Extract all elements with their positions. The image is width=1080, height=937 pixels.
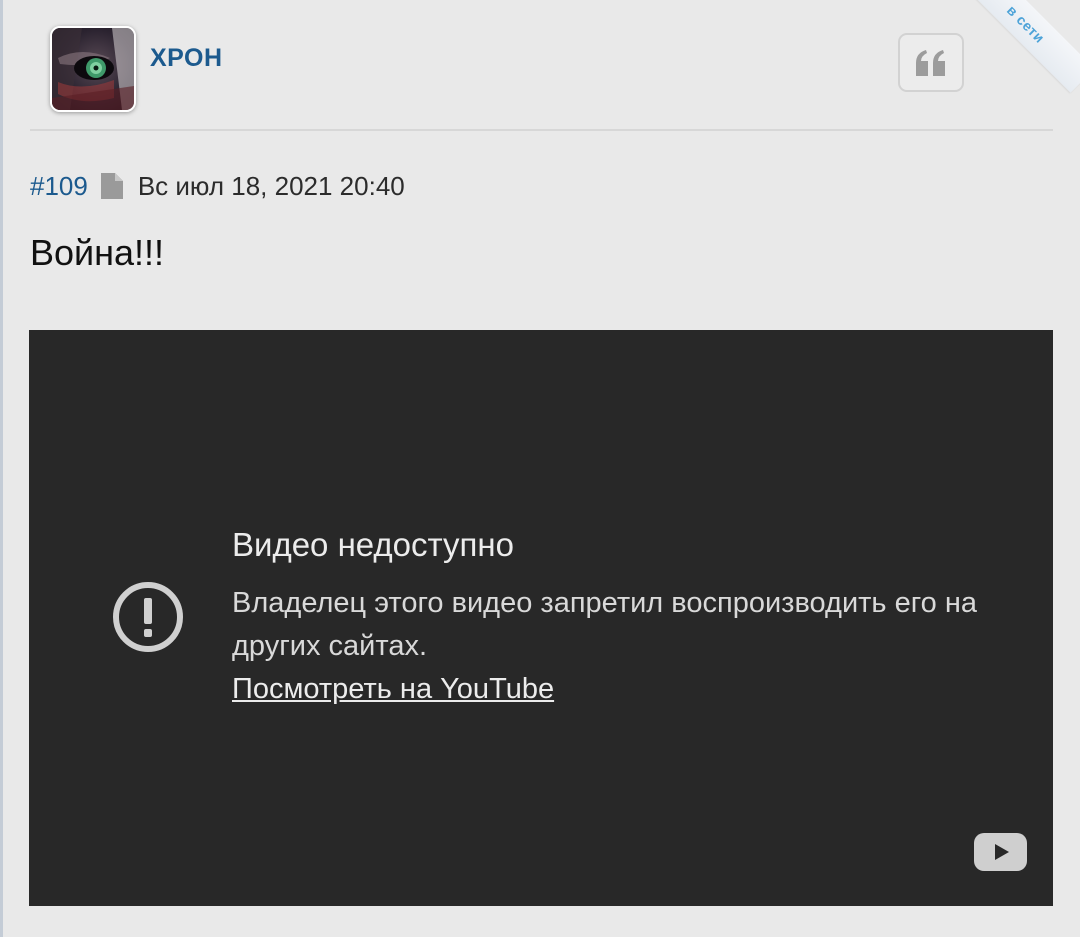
- post-meta: #109 Вс июл 18, 2021 20:40: [30, 168, 405, 204]
- post-date: Вс июл 18, 2021 20:40: [137, 170, 405, 201]
- quote-icon: [916, 49, 945, 76]
- avatar-image: [52, 28, 134, 110]
- post-body-text: Война!!!: [30, 232, 165, 273]
- video-error-title: Видео недоступно: [232, 526, 514, 563]
- post-header: ХРОН: [30, 0, 1053, 131]
- post-permalink[interactable]: #109: [30, 171, 88, 202]
- left-border-rule: [0, 0, 3, 937]
- watch-on-youtube-link[interactable]: Посмотреть на YouTube: [232, 668, 554, 711]
- video-error-message: Владелец этого видео запретил воспроизво…: [232, 587, 977, 662]
- youtube-logo-icon[interactable]: [974, 833, 1027, 871]
- video-embed[interactable]: Видео недоступно Владелец этого видео за…: [29, 330, 1053, 906]
- exclamation-circle-icon: [113, 582, 183, 652]
- author-username[interactable]: ХРОН: [150, 44, 223, 73]
- document-icon[interactable]: [100, 172, 124, 200]
- quote-button[interactable]: [898, 33, 964, 92]
- avatar[interactable]: [50, 26, 136, 112]
